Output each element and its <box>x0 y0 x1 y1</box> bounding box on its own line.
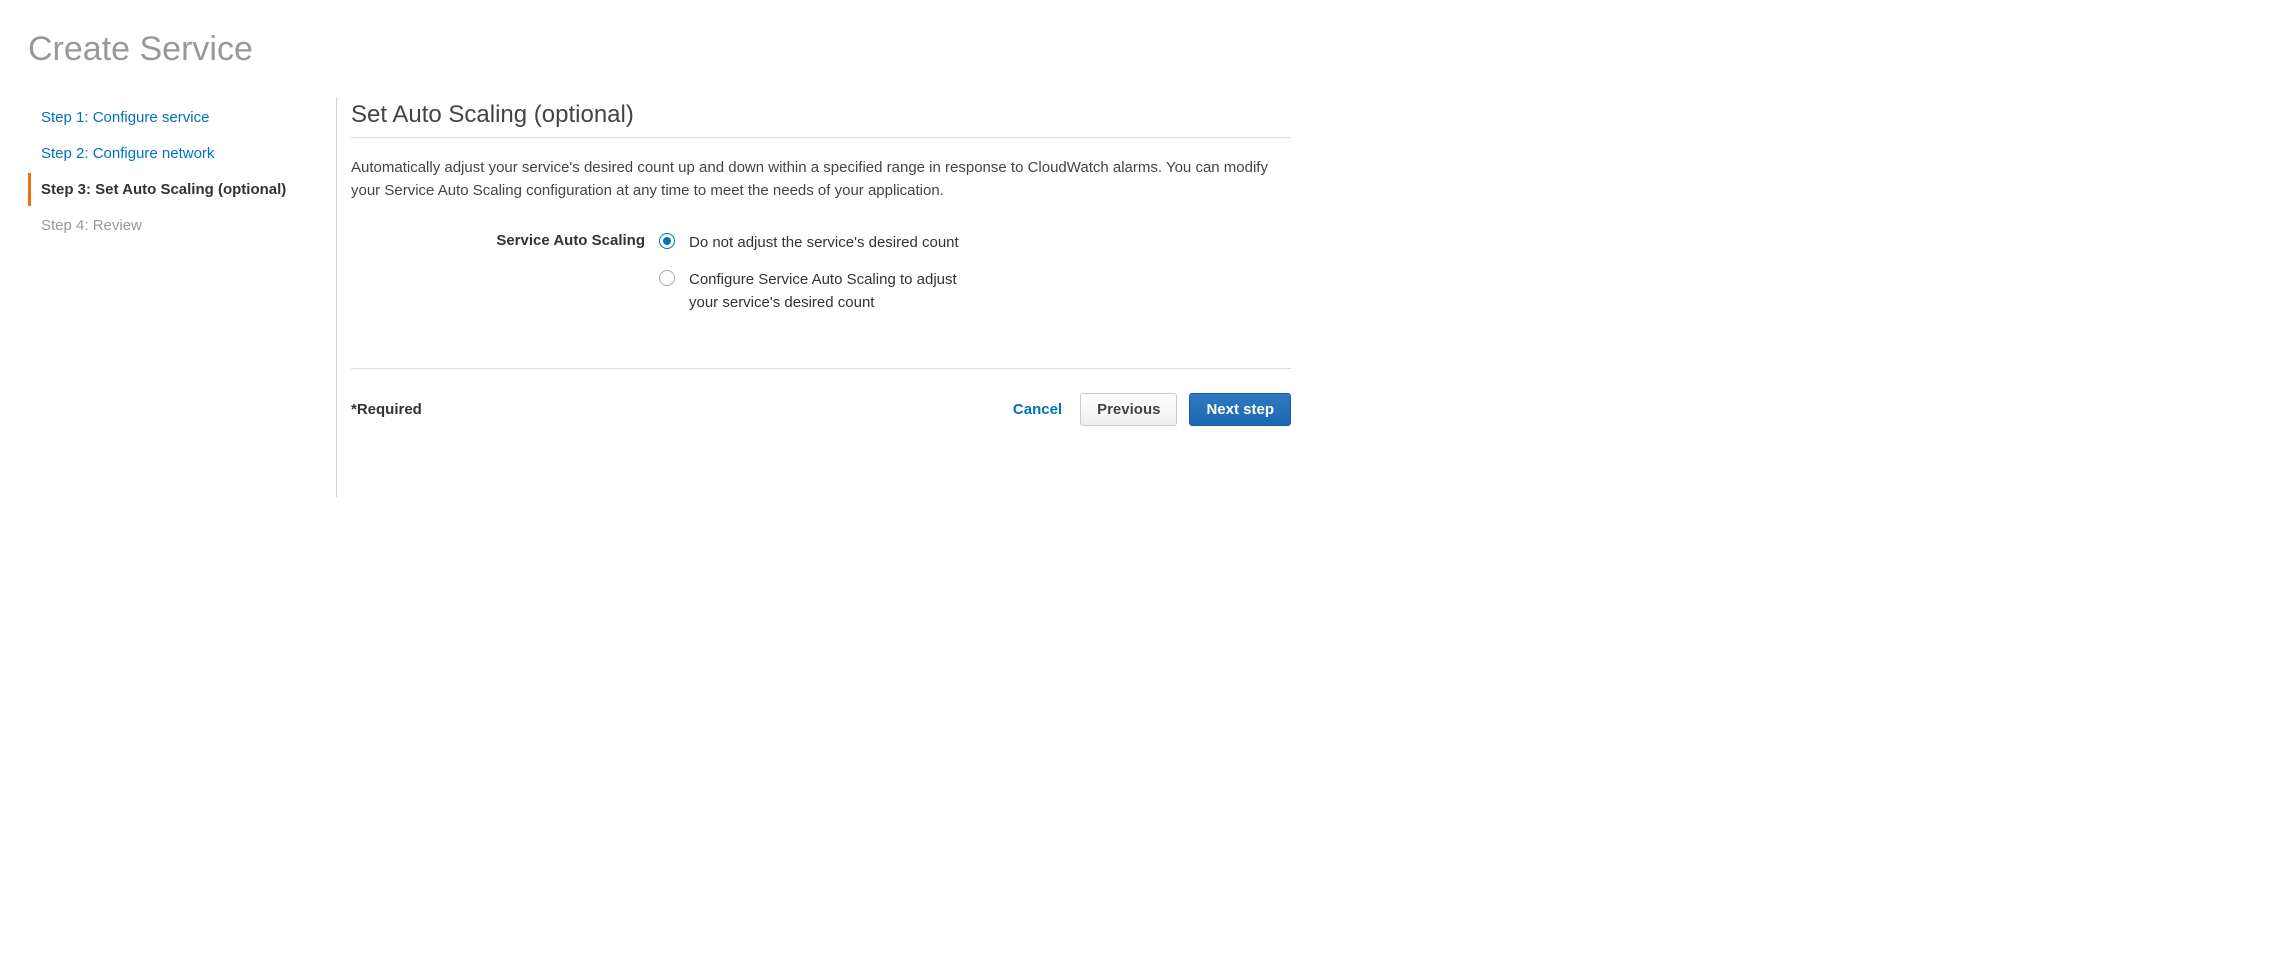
step-2-configure-network[interactable]: Step 2: Configure network <box>28 137 328 170</box>
service-auto-scaling-radio-group: Do not adjust the service's desired coun… <box>659 231 959 329</box>
step-4-review: Step 4: Review <box>28 209 328 242</box>
required-label: *Required <box>351 401 422 418</box>
main-content: Set Auto Scaling (optional) Automaticall… <box>351 97 1291 497</box>
section-description: Automatically adjust your service's desi… <box>351 156 1291 203</box>
previous-button[interactable]: Previous <box>1080 393 1177 426</box>
radio-configure-auto-scaling[interactable]: Configure Service Auto Scaling to adjust… <box>659 268 959 315</box>
radio-label: Do not adjust the service's desired coun… <box>689 231 959 254</box>
radio-icon <box>659 270 675 286</box>
vertical-divider <box>336 97 337 497</box>
page-title: Create Service <box>28 30 2250 69</box>
layout-container: Step 1: Configure service Step 2: Config… <box>28 97 2250 497</box>
service-auto-scaling-label: Service Auto Scaling <box>351 231 659 249</box>
step-3-set-auto-scaling[interactable]: Step 3: Set Auto Scaling (optional) <box>28 173 328 206</box>
wizard-sidebar: Step 1: Configure service Step 2: Config… <box>28 97 328 497</box>
radio-icon <box>659 233 675 249</box>
section-title: Set Auto Scaling (optional) <box>351 101 1291 138</box>
button-group: Cancel Previous Next step <box>1007 393 1291 426</box>
radio-label: Configure Service Auto Scaling to adjust… <box>689 268 959 315</box>
footer: *Required Cancel Previous Next step <box>351 393 1291 426</box>
cancel-button[interactable]: Cancel <box>1007 393 1068 426</box>
radio-do-not-adjust[interactable]: Do not adjust the service's desired coun… <box>659 231 959 254</box>
step-1-configure-service[interactable]: Step 1: Configure service <box>28 101 328 134</box>
footer-divider <box>351 368 1291 369</box>
service-auto-scaling-row: Service Auto Scaling Do not adjust the s… <box>351 231 1291 329</box>
next-step-button[interactable]: Next step <box>1189 393 1291 426</box>
